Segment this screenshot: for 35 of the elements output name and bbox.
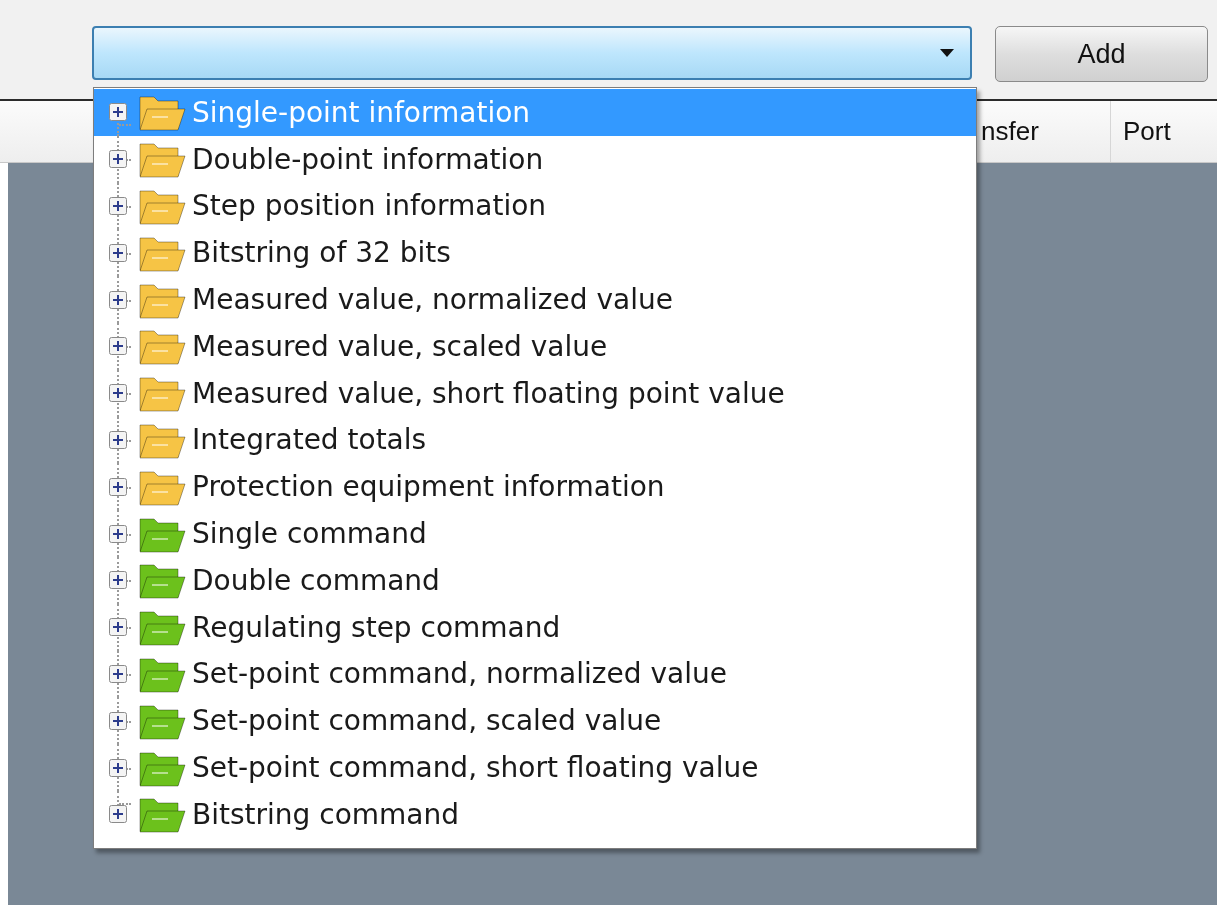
expand-icon[interactable] <box>109 664 127 683</box>
column-header[interactable]: Port <box>1111 101 1217 162</box>
tree-item[interactable]: Measured value, scaled value <box>94 323 976 370</box>
tree-item[interactable]: Bitstring command <box>94 790 976 838</box>
tree-item[interactable]: Bitstring of 32 bits <box>94 229 976 277</box>
expand-icon[interactable] <box>109 524 127 543</box>
expand-icon[interactable] <box>109 758 127 777</box>
expand-icon[interactable] <box>109 618 127 637</box>
tree-item[interactable]: Set-point command, short floating value <box>94 744 976 791</box>
tree-item[interactable]: Measured value, short floating point value <box>94 369 976 417</box>
tree-item[interactable]: Double command <box>94 556 976 604</box>
expand-icon[interactable] <box>109 197 127 215</box>
expand-icon[interactable] <box>109 243 127 262</box>
expand-icon[interactable] <box>109 150 127 169</box>
tree-item[interactable]: Set-point command, normalized value <box>94 650 976 698</box>
expand-icon[interactable] <box>109 384 127 403</box>
tree-item[interactable]: Measured value, normalized value <box>94 276 976 323</box>
caret-icon <box>940 49 954 57</box>
tree-item[interactable]: Single command <box>94 510 976 557</box>
expand-icon[interactable] <box>109 337 127 356</box>
tree-item[interactable]: Set-point command, scaled value <box>94 697 976 745</box>
dropdown-field[interactable] <box>92 26 972 80</box>
expand-icon[interactable] <box>109 571 127 590</box>
tree-item[interactable]: Protection equipment information <box>94 463 976 511</box>
expand-icon[interactable] <box>109 290 127 309</box>
tree-item[interactable]: Regulating step command <box>94 603 976 651</box>
expand-icon[interactable] <box>109 103 127 122</box>
expand-icon[interactable] <box>109 805 127 824</box>
add-button[interactable]: Add <box>995 26 1208 82</box>
expand-icon[interactable] <box>109 477 127 496</box>
tree-item[interactable]: Integrated totals <box>94 416 976 464</box>
expand-icon[interactable] <box>109 711 127 730</box>
tree-item[interactable]: Double-point information <box>94 135 976 183</box>
expand-icon[interactable] <box>109 430 127 449</box>
tree-item[interactable]: Step position information <box>94 182 976 230</box>
